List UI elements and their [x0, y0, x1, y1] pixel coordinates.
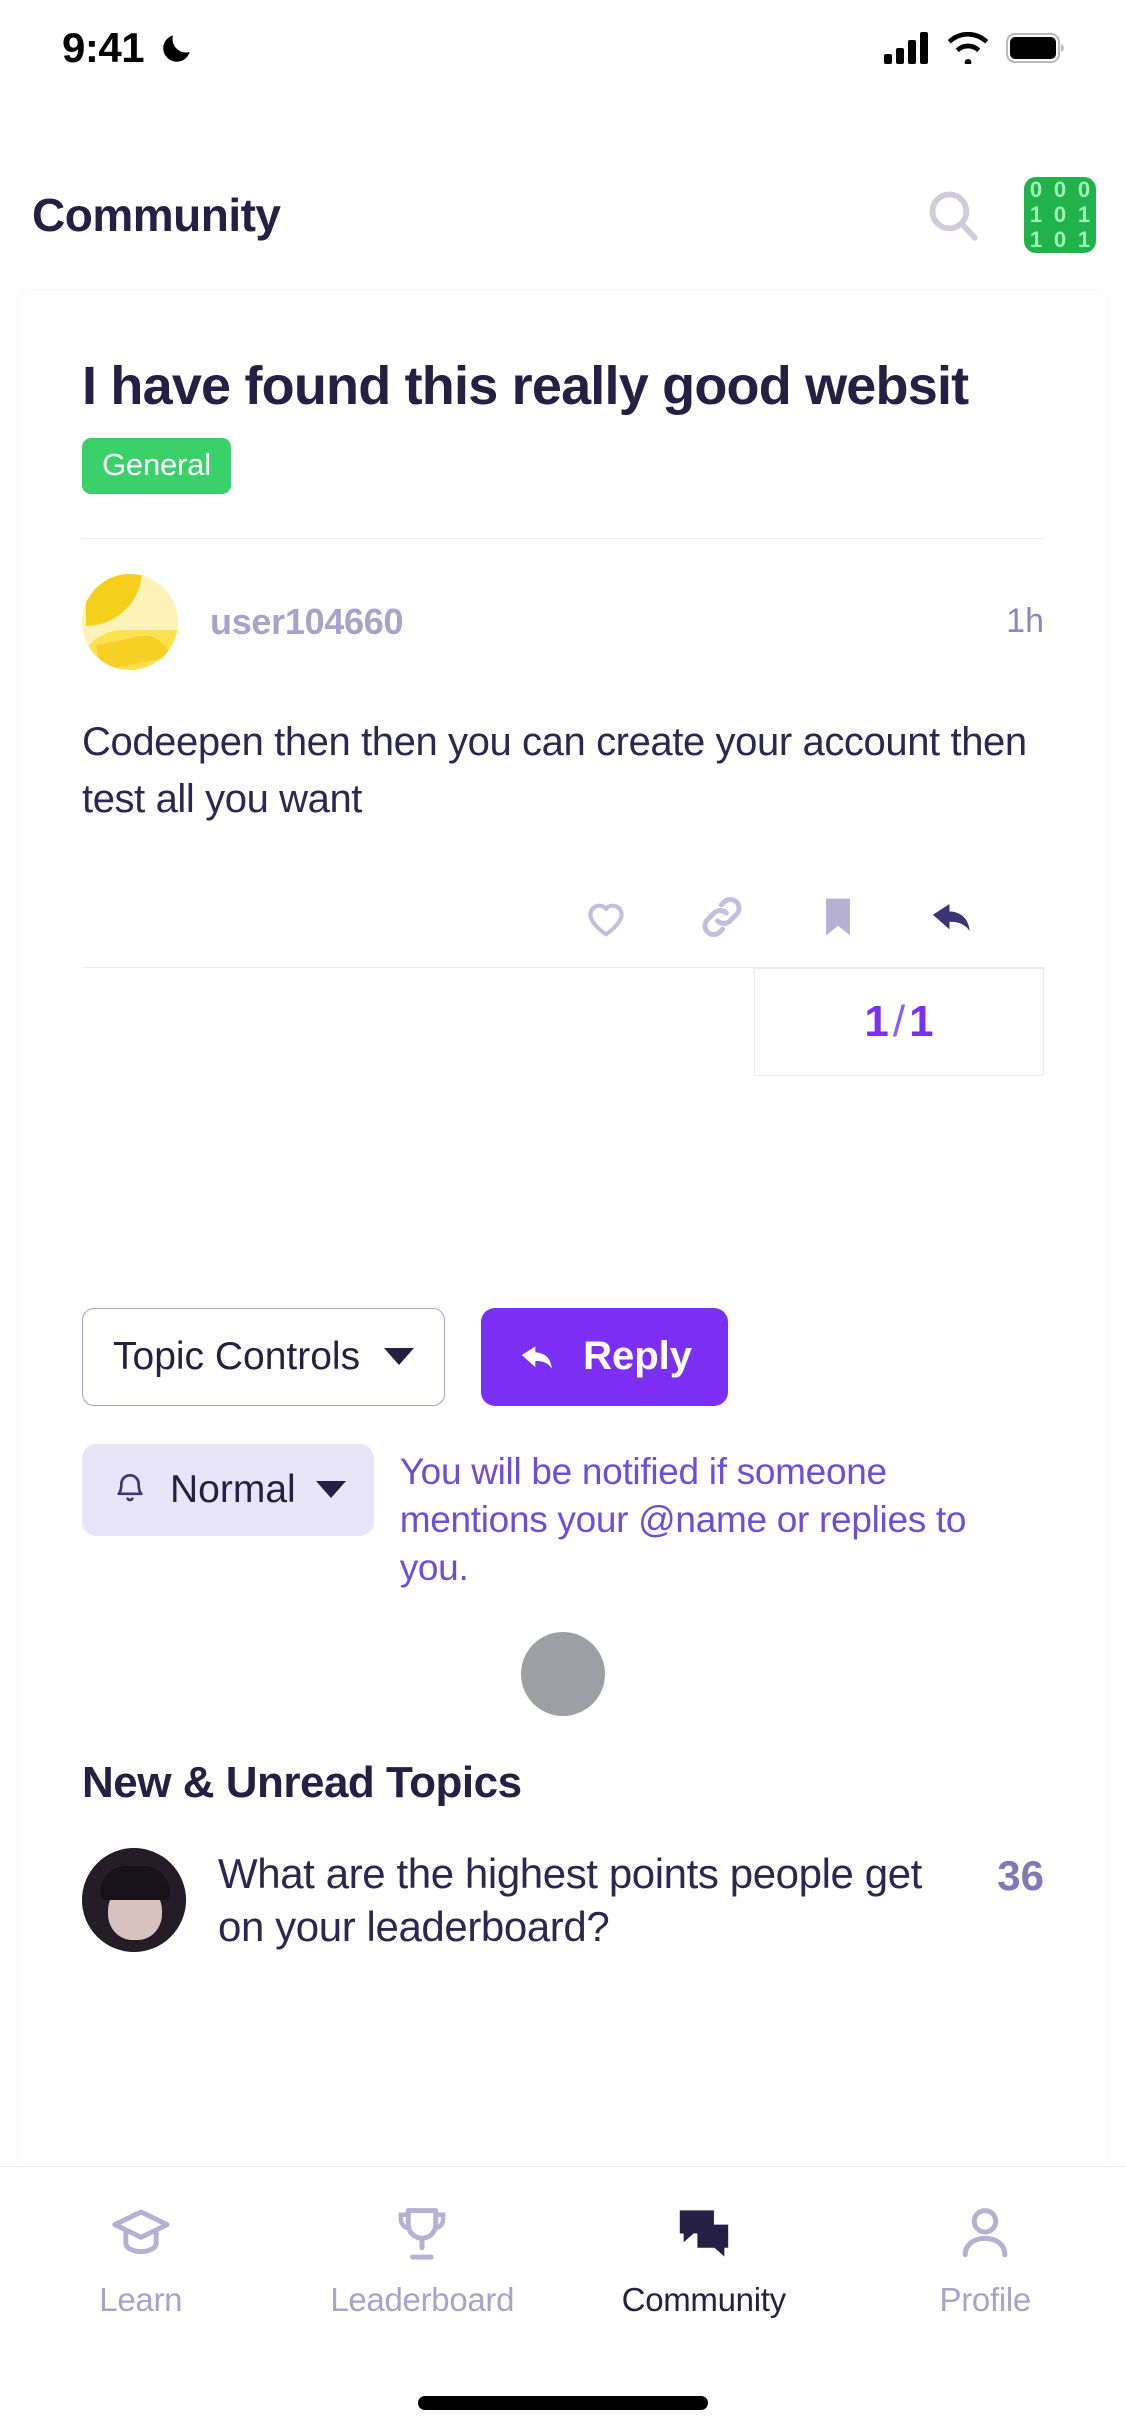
reply-button-label: Reply	[583, 1334, 693, 1379]
tab-community[interactable]: Community	[563, 2201, 845, 2319]
chevron-down-icon	[315, 1481, 346, 1499]
tab-learn[interactable]: Learn	[0, 2201, 282, 2319]
phone-screen: 9:41 Community 0 0 0 1 0 1 1 0 1 I have …	[0, 0, 1126, 2436]
category-badge[interactable]: General	[82, 437, 231, 494]
avatar-digit: 0	[1029, 177, 1043, 202]
header-actions: 0 0 0 1 0 1 1 0 1	[924, 177, 1096, 253]
topic-controls-label: Topic Controls	[113, 1334, 361, 1378]
status-bar: 9:41	[0, 0, 1126, 96]
avatar[interactable]	[82, 573, 178, 670]
tab-profile[interactable]: Profile	[845, 2201, 1126, 2319]
app-header: Community 0 0 0 1 0 1 1 0 1	[0, 155, 1126, 275]
pagination-row: 1 / 1	[82, 966, 1044, 1076]
bottom-tab-bar: Learn Leaderboard Community Profile	[0, 2166, 1126, 2436]
notification-level-dropdown[interactable]: Normal	[82, 1443, 374, 1536]
unread-topic-count: 36	[997, 1852, 1044, 1900]
home-indicator	[418, 2396, 708, 2410]
bell-icon	[117, 1473, 143, 1502]
notification-row: Normal You will be notified if someone m…	[82, 1443, 1044, 1592]
reply-button[interactable]: Reply	[481, 1307, 729, 1406]
avatar-digit: 0	[1053, 227, 1067, 253]
link-icon[interactable]	[694, 889, 750, 945]
post-title: I have found this really good websit	[82, 356, 969, 416]
wifi-icon	[947, 32, 989, 64]
pagination-spacer	[82, 968, 754, 1076]
avatar-digit: 0	[1053, 177, 1067, 202]
search-icon[interactable]	[924, 186, 982, 244]
pagination-total: 1	[909, 996, 934, 1046]
reply-arrow-icon[interactable]	[926, 889, 982, 945]
cellular-signal-icon	[884, 32, 928, 64]
avatar-digit: 1	[1029, 227, 1043, 253]
graduation-cap-icon	[112, 2209, 170, 2255]
page-title: Community	[32, 189, 281, 241]
tab-label-learn: Learn	[99, 2281, 183, 2318]
list-item[interactable]: What are the highest points people get o…	[82, 1848, 1044, 1953]
post-body: Codeepen then then you can create your a…	[82, 719, 1027, 822]
tab-leaderboard[interactable]: Leaderboard	[282, 2201, 564, 2319]
unread-topic-title: What are the highest points people get o…	[218, 1850, 922, 1950]
binary-avatar-icon[interactable]: 0 0 0 1 0 1 1 0 1	[1024, 177, 1096, 253]
notification-description: You will be notified if someone mentions…	[399, 1450, 967, 1588]
trophy-icon	[398, 2208, 446, 2260]
post-author-row: user104660 1h	[82, 573, 1044, 670]
notification-level-label: Normal	[170, 1467, 296, 1511]
tab-label-community: Community	[621, 2281, 786, 2318]
post-actions	[82, 889, 1044, 945]
person-icon	[962, 2208, 1008, 2258]
pagination-separator: /	[892, 996, 906, 1046]
pagination-current: 1	[864, 996, 889, 1046]
crescent-moon-icon	[163, 35, 190, 62]
status-bar-left: 9:41	[62, 24, 196, 72]
tab-label-leaderboard: Leaderboard	[330, 2281, 515, 2318]
anime-character-avatar[interactable]	[82, 1848, 186, 1953]
battery-full-icon	[1006, 33, 1064, 63]
divider	[82, 537, 1044, 539]
author-name[interactable]: user104660	[210, 601, 403, 643]
chat-bubbles-icon	[679, 2210, 728, 2257]
like-icon[interactable]	[578, 889, 634, 945]
chevron-down-icon	[384, 1348, 415, 1366]
topic-card: I have found this really good websit Gen…	[18, 290, 1108, 2320]
avatar-digit: 1	[1077, 227, 1091, 253]
topic-controls-dropdown[interactable]: Topic Controls	[82, 1307, 446, 1406]
status-bar-right	[884, 32, 1064, 64]
unread-section-title: New & Unread Topics	[82, 1758, 522, 1808]
avatar-digit: 0	[1053, 201, 1067, 227]
avatar-digit: 0	[1077, 177, 1091, 202]
bookmark-icon[interactable]	[810, 889, 866, 945]
post-timestamp: 1h	[1006, 602, 1044, 641]
pagination-indicator[interactable]: 1 / 1	[754, 967, 1044, 1076]
avatar-digit: 1	[1077, 201, 1091, 227]
avatar-digit: 1	[1029, 201, 1043, 227]
loading-dot	[521, 1632, 605, 1717]
topic-controls-row: Topic Controls Reply	[82, 1307, 1044, 1406]
reply-arrow-icon	[521, 1346, 552, 1369]
status-time: 9:41	[62, 24, 145, 71]
tab-label-profile: Profile	[939, 2281, 1032, 2318]
